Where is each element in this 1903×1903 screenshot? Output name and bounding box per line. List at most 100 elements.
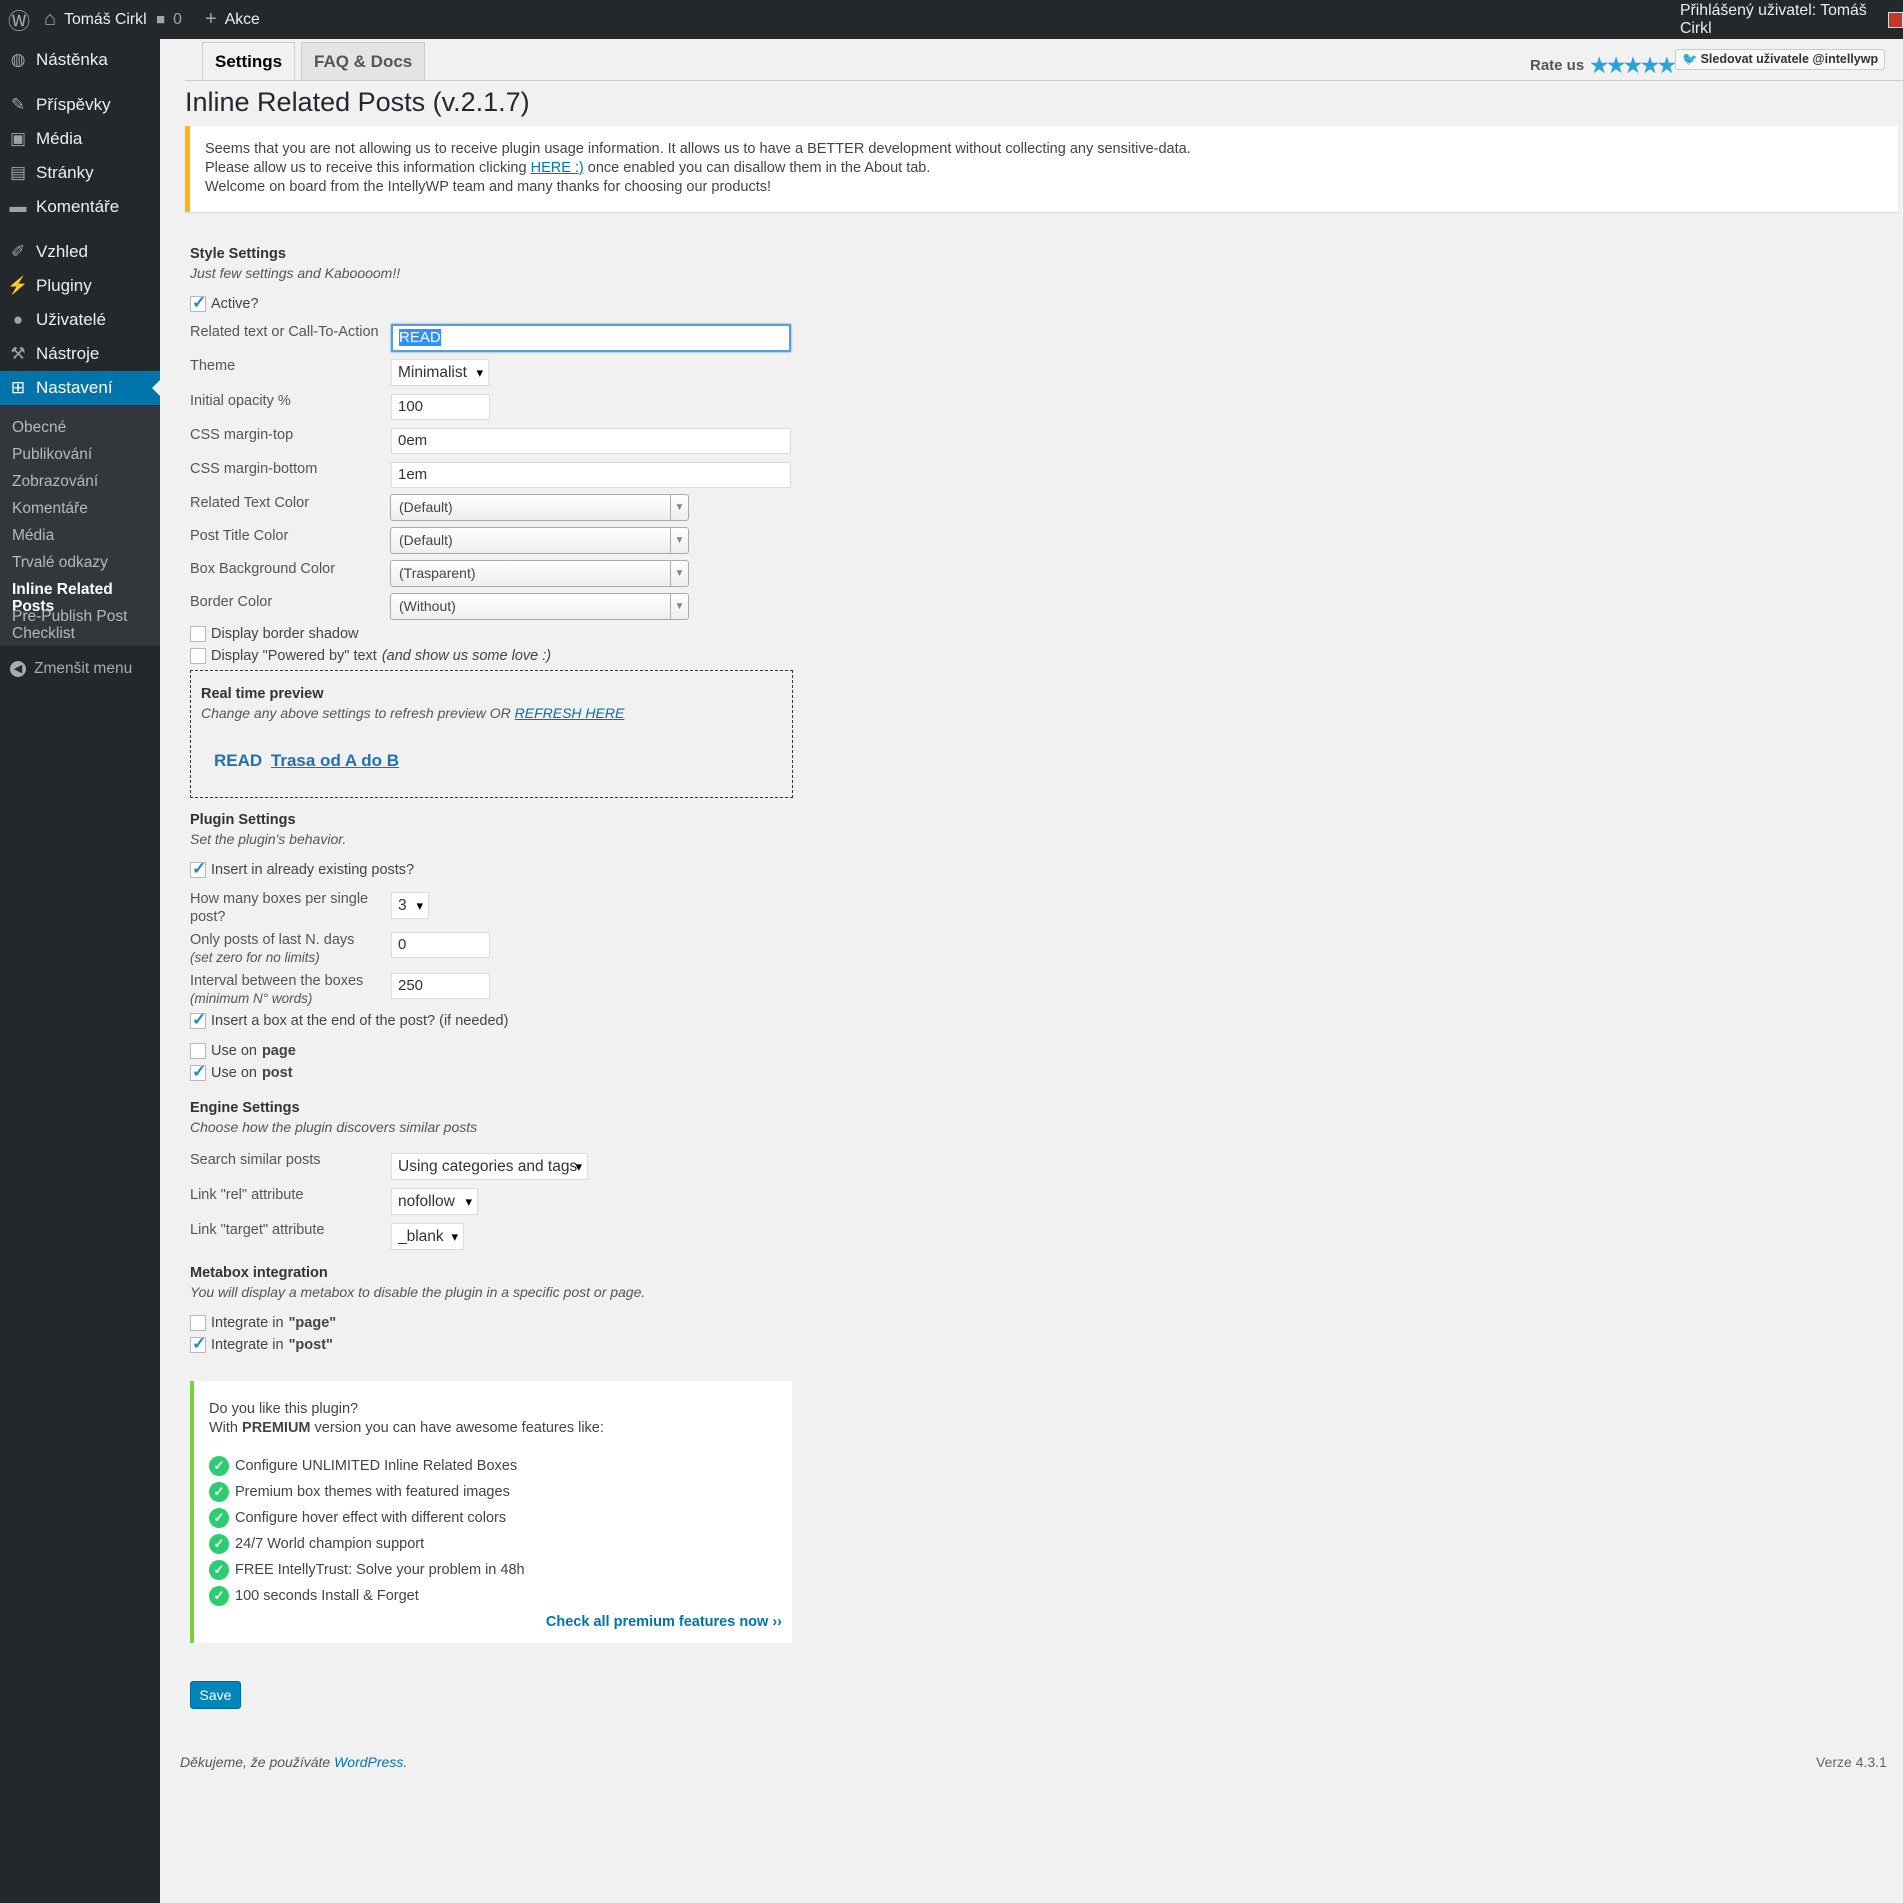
pin-icon: ✎ [10, 95, 26, 114]
sidebar-item-posts[interactable]: ✎ Příspěvky [0, 88, 160, 122]
active-checkbox-row[interactable]: Active? [190, 293, 259, 313]
search-similar-select[interactable]: Using categories and tags [391, 1153, 588, 1180]
site-name-link[interactable]: ⌂ Tomáš Cirkl [44, 0, 147, 39]
metabox-heading: Metabox integration [190, 1265, 328, 1281]
preview-post-link[interactable]: Trasa od A do B [271, 751, 399, 770]
settings-submenu: Obecné Publikování Zobrazování Komentáře… [0, 406, 160, 646]
post-title-color-label: Post Title Color [190, 528, 289, 544]
engine-settings-desc: Choose how the plugin discovers similar … [190, 1119, 478, 1135]
border-color-label: Border Color [190, 594, 273, 610]
end-box-checkbox[interactable] [190, 1010, 206, 1030]
feature-item: ✓ Configure hover effect with different c… [209, 1508, 506, 1528]
integrate-post-checkbox[interactable] [190, 1334, 206, 1354]
link-target-select[interactable]: _blank [391, 1223, 464, 1250]
comment-icon: ■ [156, 11, 166, 28]
tab-settings[interactable]: Settings [202, 42, 296, 81]
border-shadow-checkbox[interactable] [190, 626, 206, 642]
use-on-post-checkbox[interactable] [190, 1062, 206, 1082]
border-color-select[interactable]: (Without) ▼ [390, 593, 689, 620]
insert-existing-row[interactable]: Insert in already existing posts? [190, 859, 414, 879]
wordpress-logo-icon[interactable]: Ⓦ [8, 0, 30, 39]
users-icon: ● [12, 310, 24, 329]
post-title-color-select[interactable]: (Default) ▼ [390, 527, 689, 554]
margin-top-label: CSS margin-top [190, 427, 294, 443]
end-box-row[interactable]: Insert a box at the end of the post? (if… [190, 1010, 508, 1030]
submenu-discussion[interactable]: Komentáře [12, 500, 152, 517]
box-background-color-select[interactable]: (Trasparent) ▼ [390, 560, 689, 587]
submenu-pre-publish-checklist[interactable]: Pre-Publish Post Checklist [12, 608, 152, 642]
refresh-preview-link[interactable]: REFRESH HERE [515, 705, 625, 721]
sidebar-item-media[interactable]: ▣ Média [0, 122, 160, 156]
powered-by-checkbox[interactable] [190, 648, 206, 664]
use-on-page-row[interactable]: Use on page [190, 1043, 296, 1059]
submenu-permalinks[interactable]: Trvalé odkazy [12, 554, 152, 571]
sidebar-item-pages[interactable]: ▤ Stránky [0, 156, 160, 190]
related-text-input[interactable]: READ [391, 324, 791, 352]
margin-bottom-input[interactable]: 1em [391, 462, 791, 488]
integrate-post-row[interactable]: Integrate in"post" [190, 1334, 333, 1354]
twitter-follow-button[interactable]: 🐦 Sledovat uživatele @intellywp [1675, 49, 1886, 70]
last-days-input[interactable]: 0 [391, 932, 490, 958]
active-checkbox[interactable] [190, 293, 206, 313]
comments-icon: ▬ [9, 197, 27, 216]
sidebar-item-tools[interactable]: ⚒ Nástroje [0, 337, 160, 371]
theme-select[interactable]: Minimalist [391, 359, 489, 386]
footer-thanks: Děkujeme, že používáte WordPress. [180, 1754, 408, 1770]
sidebar-item-appearance[interactable]: ✐ Vzhled [0, 235, 160, 269]
feature-item: ✓ 100 seconds Install & Forget [209, 1586, 419, 1606]
rate-us[interactable]: Rate us ★★★★★ [1530, 53, 1676, 78]
plugin-settings-heading: Plugin Settings [190, 812, 296, 828]
last-days-label: Only posts of last N. days (set zero for … [190, 932, 355, 965]
use-on-post-row[interactable]: Use onpost [190, 1062, 293, 1082]
page-title: Inline Related Posts (v.2.1.7) [185, 87, 530, 117]
related-text-label: Related text or Call-To-Action [190, 324, 379, 340]
boxes-per-post-select[interactable]: 3 [391, 892, 429, 919]
check-circle-icon: ✓ [209, 1456, 229, 1476]
save-button[interactable]: Save [190, 1681, 241, 1709]
wordpress-link[interactable]: WordPress [334, 1754, 403, 1770]
premium-features-link[interactable]: Check all premium features now ›› [546, 1614, 782, 1630]
sidebar-item-dashboard[interactable]: ◍ Nástěnka [0, 43, 160, 77]
sidebar-item-users[interactable]: ● Uživatelé [0, 303, 160, 337]
powered-by-row[interactable]: Display "Powered by" text (and show us so… [190, 648, 551, 664]
submenu-media[interactable]: Média [12, 527, 152, 544]
check-circle-icon: ✓ [209, 1482, 229, 1502]
usage-tracking-notice: Seems that you are not allowing us to re… [185, 126, 1898, 212]
interval-input[interactable]: 250 [391, 973, 490, 999]
tab-divider [185, 80, 1903, 81]
submenu-general[interactable]: Obecné [12, 419, 152, 436]
integrate-page-checkbox[interactable] [190, 1315, 206, 1331]
comments-link[interactable]: ■ 0 [156, 0, 182, 39]
sidebar-item-settings[interactable]: ⊞ Nastavení [0, 371, 160, 405]
margin-top-input[interactable]: 0em [391, 428, 791, 454]
use-on-page-checkbox[interactable] [190, 1043, 206, 1059]
user-account-link[interactable]: Přihlášený uživatel: Tomáš Cirkl [1680, 0, 1903, 39]
box-background-color-label: Box Background Color [190, 561, 336, 577]
interval-label: Interval between the boxes (minimum N° wo… [190, 973, 364, 1006]
related-text-color-select[interactable]: (Default) ▼ [390, 494, 689, 521]
search-similar-label: Search similar posts [190, 1152, 321, 1168]
preview-title: Real time preview [201, 686, 324, 702]
new-content-link[interactable]: + Akce [205, 0, 260, 39]
sidebar-item-plugins[interactable]: ⚡ Pluginy [0, 269, 160, 303]
link-rel-select[interactable]: nofollow [391, 1188, 478, 1215]
allow-tracking-link[interactable]: HERE :) [531, 160, 584, 176]
boxes-per-post-label: How many boxes per single post? [190, 891, 369, 925]
metabox-desc: You will display a metabox to disable th… [190, 1284, 646, 1300]
plugin-settings-desc: Set the plugin's behavior. [190, 831, 347, 847]
preview-related-box: READ Trasa od A do B [214, 751, 399, 771]
feature-item: ✓ 24/7 World champion support [209, 1534, 424, 1554]
related-text-color-label: Related Text Color [190, 495, 310, 511]
plugin-icon: ⚡ [7, 276, 29, 295]
collapse-menu-button[interactable]: ◀ Zmenšit menu [10, 660, 132, 678]
check-circle-icon: ✓ [209, 1586, 229, 1606]
border-shadow-row[interactable]: Display border shadow [190, 626, 359, 642]
tab-faq-docs[interactable]: FAQ & Docs [301, 42, 426, 81]
insert-existing-checkbox[interactable] [190, 859, 206, 879]
submenu-writing[interactable]: Publikování [12, 446, 152, 463]
sidebar-item-comments[interactable]: ▬ Komentáře [0, 190, 160, 224]
submenu-reading[interactable]: Zobrazování [12, 473, 152, 490]
star-rating-icon[interactable]: ★★★★★ [1590, 53, 1676, 78]
integrate-page-row[interactable]: Integrate in "page" [190, 1315, 336, 1331]
opacity-input[interactable]: 100 [391, 394, 490, 420]
